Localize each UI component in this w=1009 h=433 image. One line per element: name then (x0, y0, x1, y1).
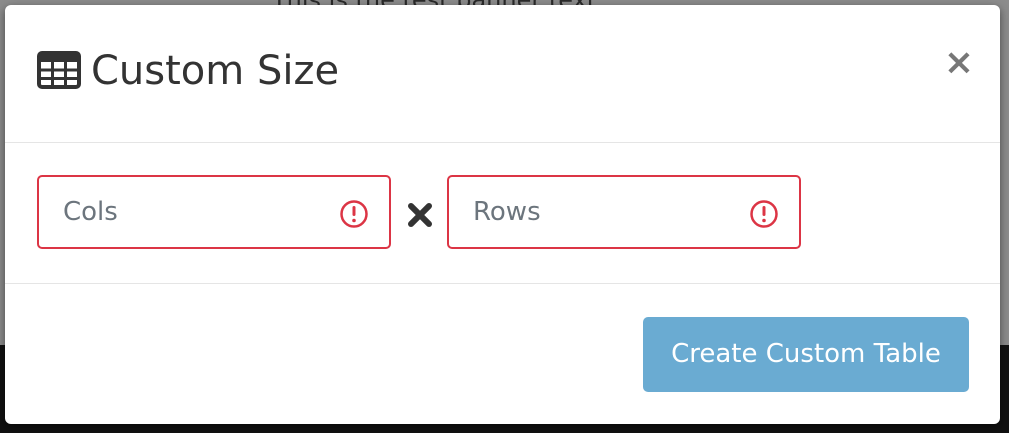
modal-title: Custom Size (91, 48, 340, 94)
custom-size-modal: Custom Size × Create Custom Table (5, 5, 1000, 424)
close-button[interactable]: × (939, 41, 979, 85)
alert-icon (750, 200, 778, 228)
modal-body (5, 143, 1000, 284)
create-custom-table-button[interactable]: Create Custom Table (643, 317, 969, 392)
table-icon (37, 51, 81, 89)
alert-icon (340, 200, 368, 228)
modal-footer: Create Custom Table (5, 284, 1000, 424)
cols-field (37, 175, 391, 249)
rows-input[interactable] (473, 177, 733, 247)
cols-input[interactable] (63, 177, 323, 247)
modal-header: Custom Size × (5, 5, 1000, 143)
rows-field (447, 175, 801, 249)
times-icon (408, 203, 432, 227)
